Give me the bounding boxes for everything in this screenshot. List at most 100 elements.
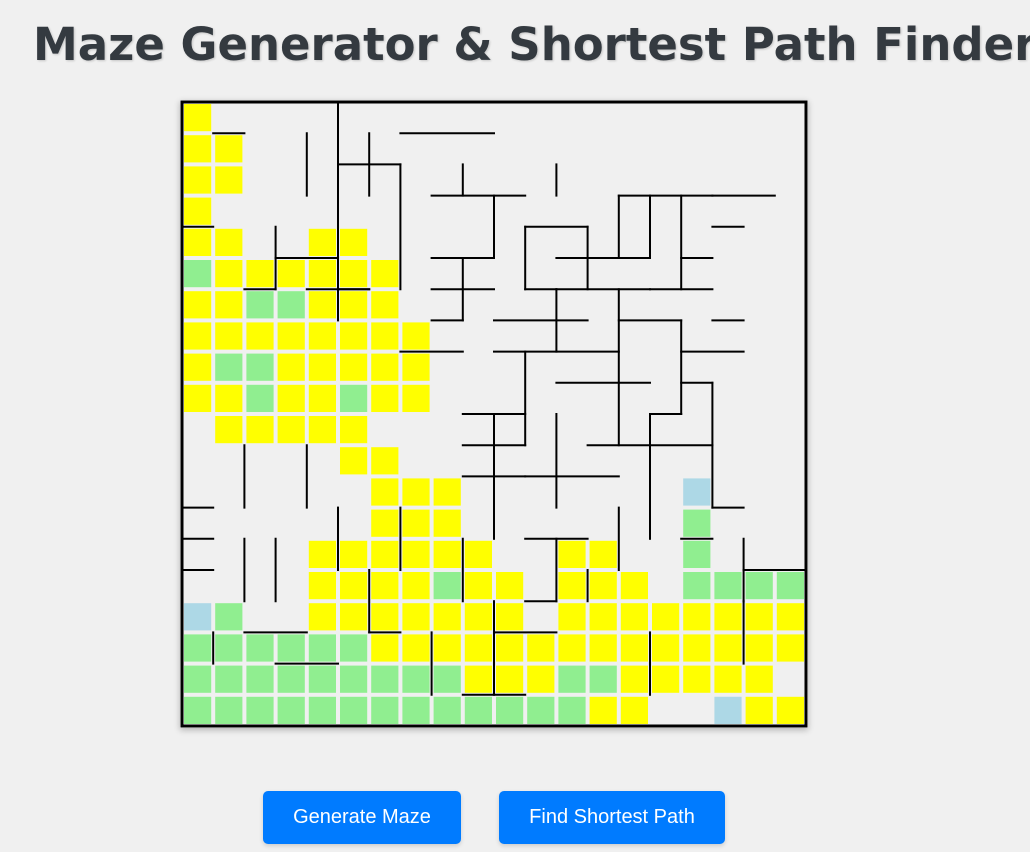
maze-cell	[714, 665, 742, 693]
maze-cell	[340, 228, 368, 256]
maze-cell	[246, 260, 274, 288]
maze-cell	[433, 603, 461, 631]
maze-cell	[683, 478, 711, 506]
maze-cell	[340, 291, 368, 319]
maze-cell	[371, 478, 399, 506]
maze-cell	[371, 572, 399, 600]
maze-cell	[184, 197, 212, 225]
maze-cell	[340, 540, 368, 568]
maze-cell	[215, 166, 243, 194]
maze-cell	[464, 665, 492, 693]
maze-cell	[277, 696, 305, 724]
maze-cell	[527, 634, 555, 662]
maze-cell	[527, 665, 555, 693]
maze-cell	[745, 572, 773, 600]
maze-cell	[683, 603, 711, 631]
maze-cell	[277, 260, 305, 288]
maze-cell	[714, 634, 742, 662]
maze-grid	[180, 100, 808, 728]
maze-cell	[714, 696, 742, 724]
maze-cell	[308, 260, 336, 288]
maze-cell	[184, 634, 212, 662]
maze-cell	[215, 603, 243, 631]
maze-cell	[433, 665, 461, 693]
maze-cell	[433, 540, 461, 568]
maze-cell	[683, 634, 711, 662]
maze-cell	[402, 572, 430, 600]
maze-cell	[215, 416, 243, 444]
maze-cell	[433, 572, 461, 600]
maze-cell	[496, 634, 524, 662]
maze-cell	[215, 384, 243, 412]
maze-cell	[340, 416, 368, 444]
maze-cell	[308, 572, 336, 600]
maze-cell	[246, 291, 274, 319]
maze-cell	[433, 634, 461, 662]
maze-cell	[683, 572, 711, 600]
maze-cell	[683, 665, 711, 693]
maze-cell	[184, 260, 212, 288]
maze-cell	[433, 696, 461, 724]
maze-cell	[776, 603, 804, 631]
maze-cell	[620, 603, 648, 631]
maze-cell	[184, 291, 212, 319]
maze-cell	[527, 696, 555, 724]
maze-cell	[340, 322, 368, 350]
maze-cell	[496, 665, 524, 693]
maze-cell	[589, 603, 617, 631]
maze-cell	[745, 665, 773, 693]
maze-cell	[371, 665, 399, 693]
maze-cell	[277, 291, 305, 319]
maze-cell	[371, 603, 399, 631]
maze-cell	[371, 540, 399, 568]
maze-cell	[215, 228, 243, 256]
maze-cell	[652, 603, 680, 631]
maze-cell	[620, 665, 648, 693]
maze-cell	[215, 260, 243, 288]
maze-cell	[371, 322, 399, 350]
maze-cell	[371, 384, 399, 412]
generate-maze-button[interactable]: Generate Maze	[263, 791, 461, 844]
maze-cell	[246, 416, 274, 444]
maze-cell	[402, 384, 430, 412]
maze-cell	[402, 509, 430, 537]
maze-cell	[340, 634, 368, 662]
maze-cell	[215, 291, 243, 319]
maze-cell	[277, 322, 305, 350]
maze-cell	[433, 509, 461, 537]
maze-cell	[340, 447, 368, 475]
maze-cell	[745, 634, 773, 662]
maze-cell	[776, 634, 804, 662]
maze-cell	[246, 353, 274, 381]
find-shortest-path-button[interactable]: Find Shortest Path	[499, 791, 725, 844]
maze-cell	[184, 665, 212, 693]
maze-cell	[308, 603, 336, 631]
maze-cell	[277, 634, 305, 662]
maze-cell	[215, 696, 243, 724]
maze-cell	[308, 634, 336, 662]
maze-cell	[776, 696, 804, 724]
maze-cell	[402, 322, 430, 350]
maze-cell	[464, 634, 492, 662]
maze-cell	[402, 634, 430, 662]
maze-cell	[308, 322, 336, 350]
maze-cell	[184, 603, 212, 631]
maze-cell	[215, 353, 243, 381]
maze-cell	[340, 353, 368, 381]
maze-cell	[215, 665, 243, 693]
maze-cell	[308, 696, 336, 724]
maze-cell	[402, 353, 430, 381]
maze-cell	[184, 384, 212, 412]
maze-cell	[464, 603, 492, 631]
maze-cell	[246, 634, 274, 662]
maze-cell	[184, 353, 212, 381]
maze-cell	[246, 322, 274, 350]
maze-cell	[277, 353, 305, 381]
page-title: Maze Generator & Shortest Path Finder	[33, 18, 1030, 71]
maze-cell	[371, 634, 399, 662]
maze-cell	[464, 540, 492, 568]
maze-cell	[620, 572, 648, 600]
maze-cell	[371, 291, 399, 319]
maze-cell	[371, 353, 399, 381]
maze-cell	[371, 447, 399, 475]
